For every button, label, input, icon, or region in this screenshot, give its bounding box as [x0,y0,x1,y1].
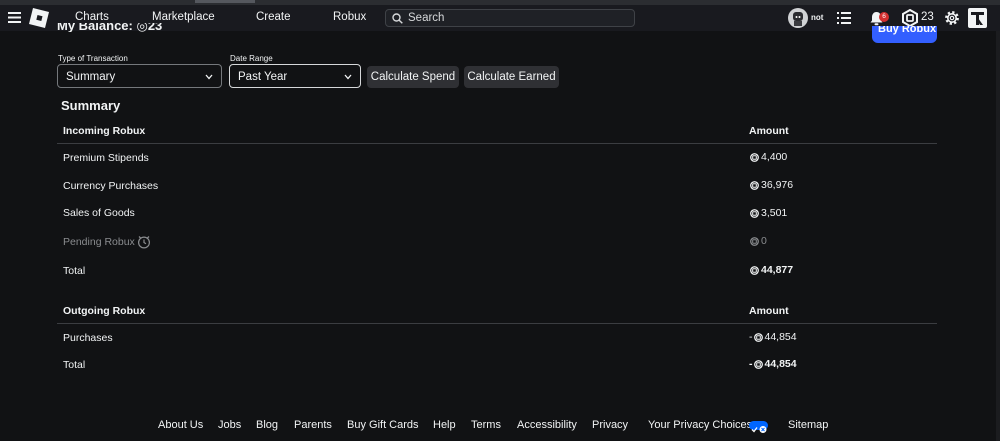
browser-tab-highlight [195,0,255,3]
footer-link-sitemap[interactable]: Sitemap [788,419,828,431]
robux-icon [750,208,759,218]
table-row-label: Premium Stipends [63,152,149,164]
settings-gear-icon[interactable] [943,9,961,27]
outgoing-total-amount: - 44,854 [749,358,797,370]
robux-icon [750,265,759,275]
privacy-choices-toggle-icon[interactable] [749,421,768,433]
date-range-select[interactable]: Past Year [229,64,361,88]
footer-link-about-us[interactable]: About Us [158,419,203,431]
nav-link-charts[interactable]: Charts [75,11,109,23]
footer-link-help[interactable]: Help [433,419,456,431]
table-row-label: Purchases [63,332,113,344]
incoming-total-label: Total [63,265,86,277]
date-range-label: Date Range [230,54,273,63]
search-placeholder: Search [408,12,445,24]
table-row-amount: 4,400 [750,151,787,163]
table-row-label: Currency Purchases [63,180,159,192]
footer-link-terms[interactable]: Terms [471,419,501,431]
notification-count-badge: 6 [879,12,889,22]
robux-icon [750,236,759,246]
page-scrollbar[interactable] [996,31,1000,441]
footer-link-privacy-choices[interactable]: Your Privacy Choices [648,419,752,431]
incoming-total-amount: 44,877 [750,264,793,276]
outgoing-amount-header: Amount [749,305,789,317]
calculate-earned-button[interactable]: Calculate Earned [464,66,559,88]
outgoing-header-divider [57,323,937,324]
page-title: My Balance: ◎23 [57,23,163,32]
clock-icon [137,236,150,249]
calculate-spend-button[interactable]: Calculate Spend [367,66,459,88]
footer-link-parents[interactable]: Parents [294,419,332,431]
incoming-header-divider [57,143,937,144]
table-row-label: Sales of Goods [63,207,135,219]
robux-icon[interactable] [901,9,919,27]
footer-link-buy-gift-cards[interactable]: Buy Gift Cards [347,419,419,431]
username-label[interactable]: not [811,13,823,22]
footer-link-blog[interactable]: Blog [256,419,278,431]
table-row-amount: 3,501 [750,207,787,219]
table-row-amount: 36,976 [750,179,793,191]
footer-link-privacy[interactable]: Privacy [592,419,628,431]
robux-icon [753,332,763,342]
robux-icon [753,359,763,369]
summary-title: Summary [61,98,121,113]
buy-robux-button[interactable]: Buy Robux [872,26,937,43]
menu-icon[interactable] [8,12,21,23]
transaction-type-value: Summary [66,71,116,83]
date-range-value: Past Year [238,71,288,83]
roblox-logo-icon[interactable] [29,8,49,28]
chevron-down-icon [344,74,352,80]
nav-link-marketplace[interactable]: Marketplace [152,11,215,23]
footer-link-accessibility[interactable]: Accessibility [517,419,577,431]
outgoing-total-label: Total [63,359,86,371]
pending-robux-amount: 0 [750,235,767,247]
search-input[interactable]: Search [385,9,635,27]
robux-balance[interactable]: 23 [921,11,934,23]
footer-link-jobs[interactable]: Jobs [218,419,241,431]
table-row-amount: - 44,854 [749,331,797,343]
transaction-type-label: Type of Transaction [58,54,128,63]
pending-robux-label: Pending Robux [63,235,151,249]
search-icon [392,13,403,24]
incoming-amount-header: Amount [749,125,789,137]
outgoing-robux-header: Outgoing Robux [63,305,146,317]
nav-link-create[interactable]: Create [256,11,291,23]
chevron-down-icon [205,74,213,80]
avatar[interactable] [788,8,808,28]
robux-icon [750,152,759,162]
nav-link-robux[interactable]: Robux [333,11,366,23]
incoming-robux-header: Incoming Robux [63,125,146,137]
list-icon[interactable] [837,12,851,24]
extension-logo-icon[interactable] [968,8,987,28]
robux-icon [750,180,759,190]
transaction-type-select[interactable]: Summary [57,64,222,88]
